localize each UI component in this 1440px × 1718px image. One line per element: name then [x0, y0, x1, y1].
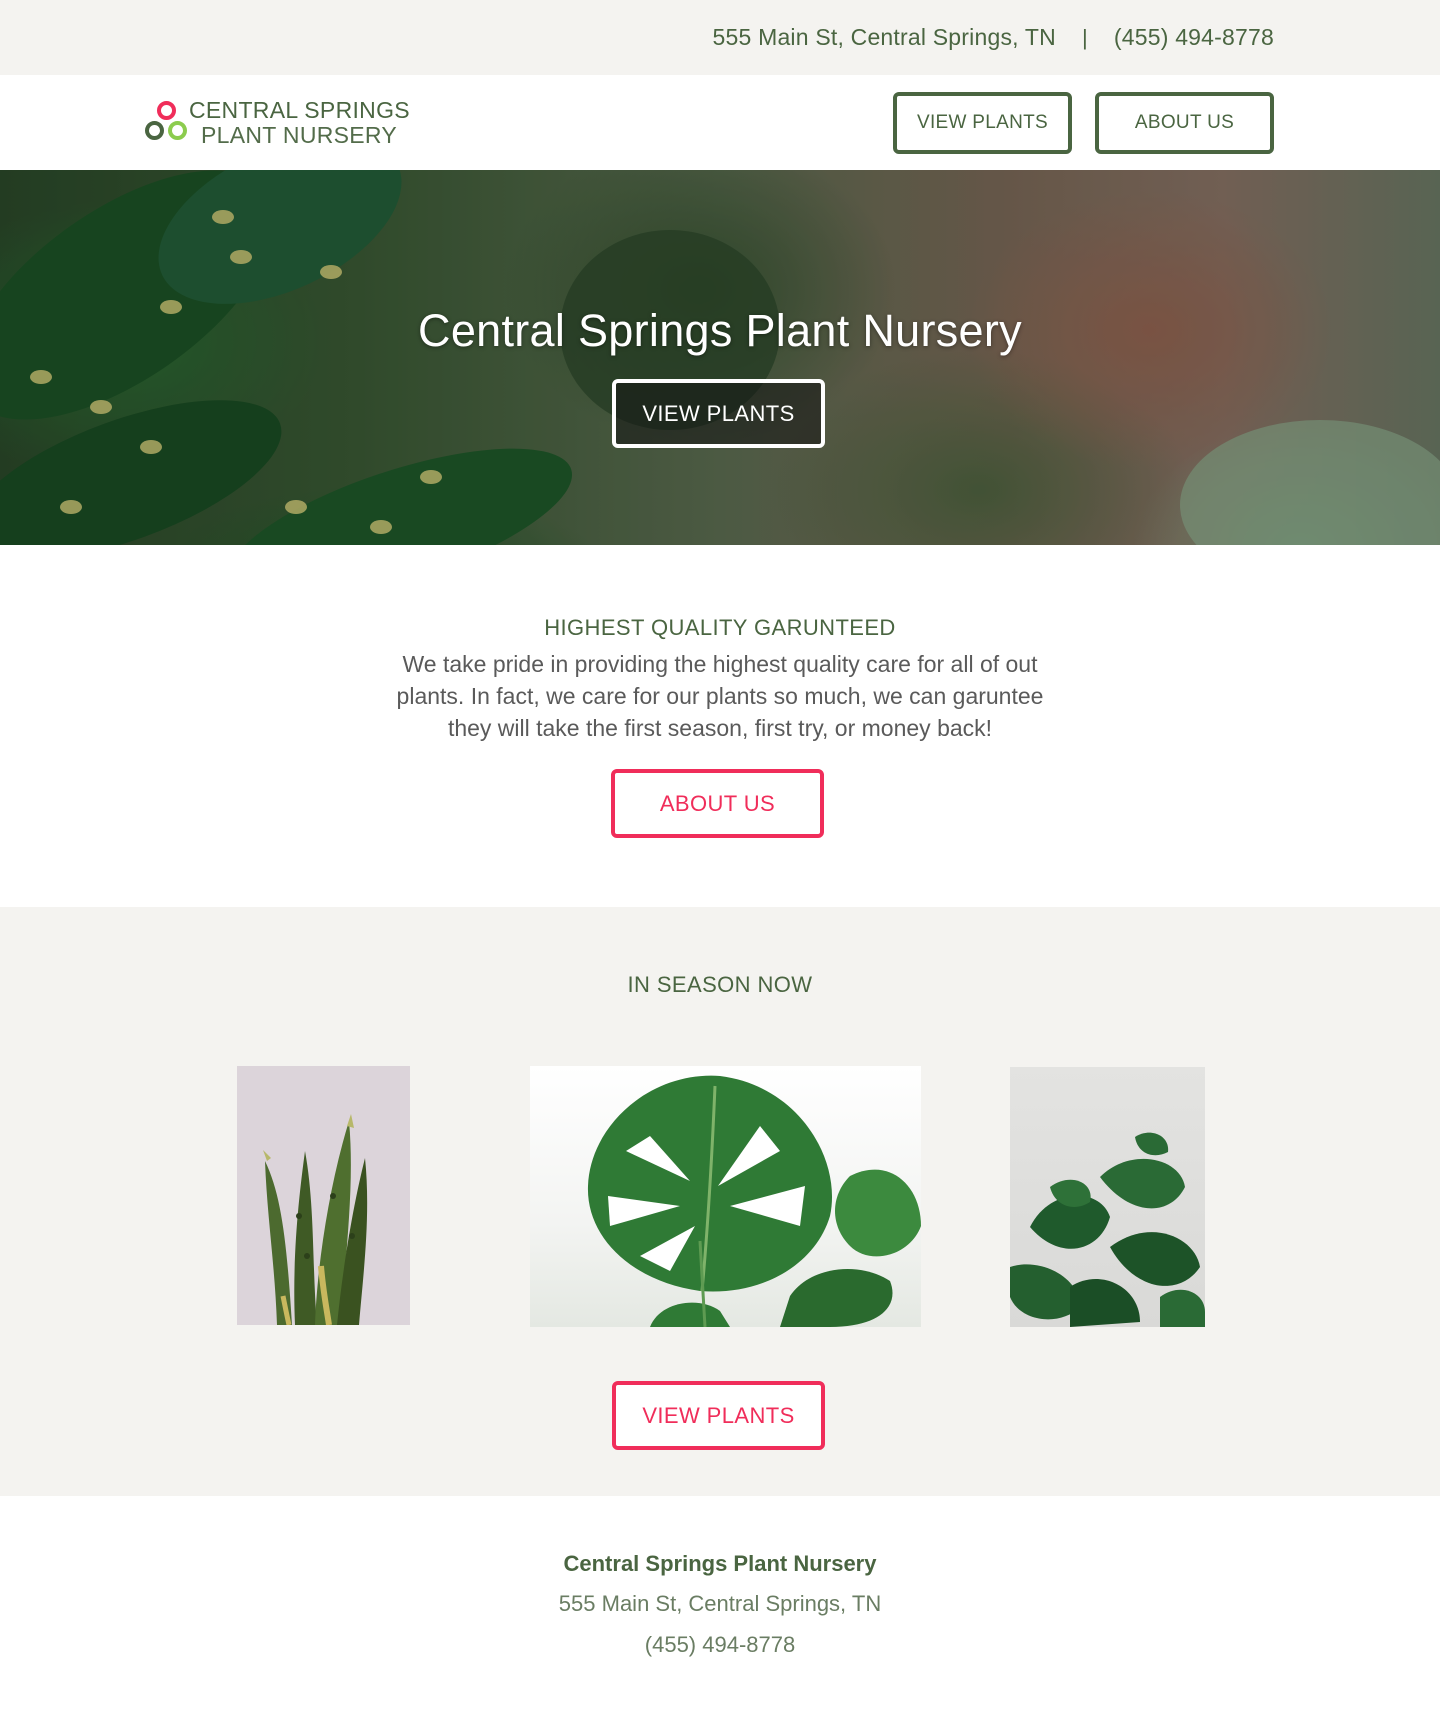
contact-info: 555 Main St, Central Springs, TN | (455)… [713, 0, 1274, 75]
footer-business-name: Central Springs Plant Nursery [563, 1551, 877, 1576]
footer-address: 555 Main St, Central Springs, TN [558, 1591, 882, 1616]
logo-text: CENTRAL SPRINGS PLANT NURSERY [189, 97, 410, 147]
monstera-plant-image[interactable] [530, 1066, 921, 1327]
monstera-illustration [587, 1075, 921, 1327]
snake-plant-image[interactable] [237, 1066, 410, 1325]
hero-overlay [0, 170, 1440, 545]
footer-phone[interactable]: (455) 494-8778 [0, 1632, 1440, 1658]
topbar-separator: | [1081, 24, 1088, 50]
pothos-illustration [1010, 1132, 1205, 1327]
top-info-bar: 555 Main St, Central Springs, TN | (455)… [0, 0, 1440, 75]
topbar-phone[interactable]: (455) 494-8778 [1114, 24, 1274, 51]
nav-about-us-button[interactable]: ABOUT US [1095, 92, 1274, 154]
season-view-plants-button[interactable]: VIEW PLANTS [612, 1381, 825, 1450]
about-us-button[interactable]: ABOUT US [611, 769, 824, 838]
quality-description: We take pride in providing the highest q… [396, 651, 1044, 741]
logo[interactable]: CENTRAL SPRINGS PLANT NURSERY [144, 97, 410, 147]
main-nav: CENTRAL SPRINGS PLANT NURSERY VIEW PLANT… [0, 75, 1440, 170]
logo-line-2: PLANT NURSERY [201, 122, 398, 148]
lime-ring-icon [168, 121, 187, 140]
green-ring-icon [145, 121, 164, 140]
pink-ring-icon [157, 101, 176, 120]
nav-view-plants-button[interactable]: VIEW PLANTS [893, 92, 1072, 154]
topbar-address: 555 Main St, Central Springs, TN [712, 24, 1056, 50]
quality-heading: HIGHEST QUALITY GARUNTEED [544, 615, 896, 640]
hero-title: Central Springs Plant Nursery [418, 305, 1022, 356]
quality-section: HIGHEST QUALITY GARUNTEED We take pride … [0, 545, 1440, 907]
pothos-plant-image[interactable] [1010, 1067, 1205, 1327]
in-season-heading: IN SEASON NOW [627, 972, 813, 997]
logo-rings-icon [144, 97, 188, 143]
logo-line-1: CENTRAL SPRINGS [189, 97, 410, 123]
snake-plant-illustration [263, 1114, 368, 1325]
in-season-section: IN SEASON NOW VIEW PLANTS [0, 907, 1440, 1496]
footer: Central Springs Plant Nursery 555 Main S… [0, 1496, 1440, 1718]
hero-banner: Central Springs Plant Nursery VIEW PLANT… [0, 170, 1440, 545]
hero-view-plants-button[interactable]: VIEW PLANTS [612, 379, 825, 448]
